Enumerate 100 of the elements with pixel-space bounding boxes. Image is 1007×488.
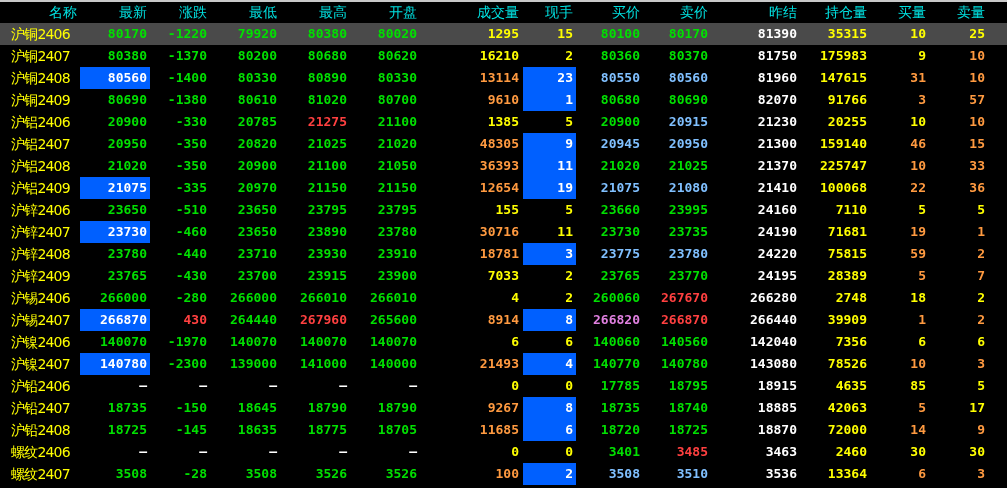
- table-cell: —: [199, 444, 207, 459]
- table-cell: 59: [910, 246, 926, 261]
- quote-row[interactable]: 螺纹2407 3508 -28 3508 3526 3526 100 2 3508 3510 3536 13364 6 3: [0, 463, 1007, 485]
- table-cell: 140070: [100, 334, 147, 349]
- contract-name: 沪镍2406: [10, 333, 71, 352]
- table-cell: 79920: [237, 26, 277, 41]
- table-cell: 80200: [237, 48, 277, 63]
- table-cell: 6: [977, 334, 985, 349]
- contract-name: 沪铅2408: [10, 421, 71, 440]
- column-header[interactable]: 现手: [522, 3, 576, 22]
- table-cell: 9: [918, 48, 926, 63]
- table-cell: 21080: [668, 180, 708, 195]
- column-header[interactable]: 持仓量: [800, 3, 870, 22]
- quote-row[interactable]: 沪铝2409 21075 -335 20970 21150 21150 12654 19 21075 21080 21410 100068 22 36: [0, 177, 1007, 199]
- column-header[interactable]: 买量: [870, 3, 929, 22]
- table-cell: 5: [565, 202, 573, 217]
- quote-row[interactable]: 沪锌2408 23780 -440 23710 23930 23910 18781 3 23775 23780 24220 75815 59 2: [0, 243, 1007, 265]
- quote-row[interactable]: 沪铜2408 80560 -1400 80330 80890 80330 13114 23 80550 80560 81960 147615 31 10: [0, 67, 1007, 89]
- column-header[interactable]: 卖价: [643, 3, 711, 22]
- quote-row[interactable]: 沪铅2408 18725 -145 18635 18775 18705 11685 6 18720 18725 18870 72000 14 9: [0, 419, 1007, 441]
- table-cell: 100068: [820, 180, 867, 195]
- table-cell: 266870: [661, 312, 708, 327]
- table-cell: 80370: [668, 48, 708, 63]
- table-cell: 30: [969, 444, 985, 459]
- quote-row[interactable]: 沪锌2407 23730 -460 23650 23890 23780 30716 11 23730 23735 24190 71681 19 1: [0, 221, 1007, 243]
- contract-name: 沪铅2406: [10, 377, 71, 396]
- table-cell: 80360: [600, 48, 640, 63]
- table-cell: 21150: [377, 180, 417, 195]
- table-cell: 23700: [237, 268, 277, 283]
- quote-row[interactable]: 沪铅2407 18735 -150 18645 18790 18790 9267 8 18735 18740 18885 42063 5 17: [0, 397, 1007, 419]
- table-cell: 82070: [757, 92, 797, 107]
- table-cell: 2748: [835, 290, 867, 305]
- table-cell: 225747: [820, 158, 867, 173]
- quote-row[interactable]: 沪铜2409 80690 -1380 80610 81020 80700 9610 1 80680 80690 82070 91766 3 57: [0, 89, 1007, 111]
- table-cell: 1: [918, 312, 926, 327]
- table-cell: 3508: [608, 466, 640, 481]
- table-cell: -510: [175, 202, 207, 217]
- table-cell: 30: [910, 444, 926, 459]
- table-cell: 19: [910, 224, 926, 239]
- contract-name: 沪铝2406: [10, 113, 71, 132]
- quote-row[interactable]: 沪铜2407 80380 -1370 80200 80680 80620 16210 2 80360 80370 81750 175983 9 10: [0, 45, 1007, 67]
- table-cell: 80560: [107, 70, 147, 85]
- column-header[interactable]: 成交量: [420, 3, 522, 22]
- table-cell: 23730: [107, 224, 147, 239]
- table-cell: 23660: [600, 202, 640, 217]
- table-cell: 16210: [479, 48, 519, 63]
- column-header[interactable]: 最高: [280, 3, 350, 22]
- contract-name: 沪镍2407: [10, 355, 71, 374]
- table-cell: 23780: [668, 246, 708, 261]
- column-header[interactable]: 昨结: [711, 3, 800, 22]
- table-cell: -280: [175, 290, 207, 305]
- quote-row[interactable]: 螺纹2406 — — — — — 0 0 3401 3485 3463 2460 30 30: [0, 441, 1007, 463]
- table-cell: 20900: [237, 158, 277, 173]
- table-cell: 24160: [757, 202, 797, 217]
- table-cell: 266280: [750, 290, 797, 305]
- table-cell: -440: [175, 246, 207, 261]
- quote-row[interactable]: 沪锌2409 23765 -430 23700 23915 23900 7033 2 23765 23770 24195 28389 5 7: [0, 265, 1007, 287]
- table-cell: 0: [565, 444, 573, 459]
- table-cell: 20915: [668, 114, 708, 129]
- quote-row[interactable]: 沪铅2406 — — — — — 0 0 17785 18795 18915 4635 85 5: [0, 375, 1007, 397]
- table-cell: 20900: [107, 114, 147, 129]
- quote-row[interactable]: 沪铝2407 20950 -350 20820 21025 21020 48305 9 20945 20950 21300 159140 46 15: [0, 133, 1007, 155]
- table-cell: 78526: [827, 356, 867, 371]
- quote-row[interactable]: 沪铝2408 21020 -350 20900 21100 21050 36393 11 21020 21025 21370 225747 10 33: [0, 155, 1007, 177]
- column-header[interactable]: 卖量: [929, 3, 988, 22]
- quote-row[interactable]: 沪镍2406 140070 -1970 140070 140070 140070 6 6 140060 140560 142040 7356 6 6: [0, 331, 1007, 353]
- table-cell: 3: [918, 92, 926, 107]
- table-cell: 21050: [377, 158, 417, 173]
- table-cell: 266870: [100, 312, 147, 327]
- table-cell: 23795: [377, 202, 417, 217]
- column-header[interactable]: 买价: [576, 3, 643, 22]
- table-cell: 21020: [377, 136, 417, 151]
- table-cell: 21025: [668, 158, 708, 173]
- column-header[interactable]: 最低: [210, 3, 280, 22]
- table-cell: 5: [918, 400, 926, 415]
- quote-row[interactable]: 沪镍2407 140780 -2300 139000 141000 140000 21493 4 140770 140780 143080 78526 10 3: [0, 353, 1007, 375]
- quote-row[interactable]: 沪锌2406 23650 -510 23650 23795 23795 155 5 23660 23995 24160 7110 5 5: [0, 199, 1007, 221]
- contract-name: 沪锌2409: [10, 267, 71, 286]
- table-cell: 140060: [593, 334, 640, 349]
- quote-row[interactable]: 沪锡2407 266870 430 264440 267960 265600 8914 8 266820 266870 266440 39909 1 2: [0, 309, 1007, 331]
- column-header[interactable]: 名称: [0, 3, 80, 22]
- table-cell: 3463: [765, 444, 797, 459]
- quote-row[interactable]: 沪锡2406 266000 -280 266000 266010 266010 4 2 260060 267670 266280 2748 18 2: [0, 287, 1007, 309]
- table-cell: 8: [565, 312, 573, 327]
- table-cell: 21275: [307, 114, 347, 129]
- table-cell: 140770: [593, 356, 640, 371]
- contract-name: 沪铜2407: [10, 47, 71, 66]
- column-header[interactable]: 最新: [80, 3, 150, 22]
- quote-row[interactable]: 沪铝2406 20900 -330 20785 21275 21100 1385 5 20900 20915 21230 20255 10 10: [0, 111, 1007, 133]
- table-cell: 24190: [757, 224, 797, 239]
- table-cell: 10: [910, 114, 926, 129]
- table-cell: 12654: [479, 180, 519, 195]
- table-cell: 1385: [487, 114, 519, 129]
- column-header[interactable]: 开盘: [350, 3, 420, 22]
- contract-name: 沪锡2407: [10, 311, 71, 330]
- table-cell: 80380: [107, 48, 147, 63]
- table-cell: -1220: [167, 26, 207, 41]
- column-header[interactable]: 涨跌: [150, 3, 210, 22]
- table-cell: 18790: [307, 400, 347, 415]
- quote-row[interactable]: 沪铜2406 80170 -1220 79920 80380 80020 1295 15 80100 80170 81390 35315 10 25: [0, 23, 1007, 45]
